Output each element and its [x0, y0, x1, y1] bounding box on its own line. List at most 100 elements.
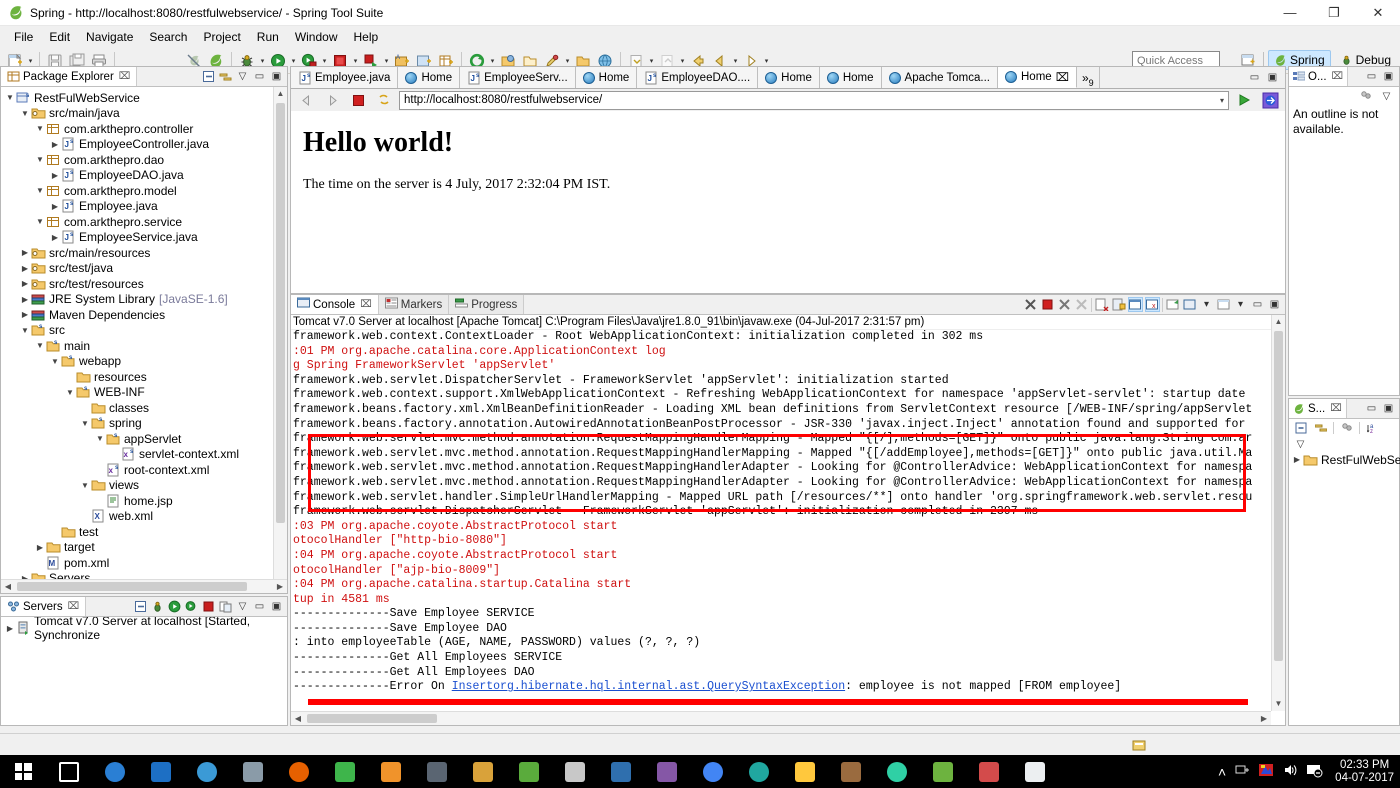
- chevron-down-icon[interactable]: ▼: [35, 341, 45, 350]
- tree-row[interactable]: ▼ com.arkthepro.service: [1, 214, 287, 230]
- chevron-right-icon[interactable]: ▶: [50, 202, 60, 211]
- spring-tree-row[interactable]: ▶ RestFulWebSer: [1289, 452, 1400, 468]
- tree-row[interactable]: ▶ src/test/resources: [1, 276, 287, 292]
- tree-row[interactable]: resources: [1, 369, 287, 385]
- firefox-icon[interactable]: [276, 755, 322, 788]
- tab-servers[interactable]: Servers ⌧: [1, 597, 87, 616]
- tree-row[interactable]: ▶ Maven Dependencies: [1, 307, 287, 323]
- debug-server-icon[interactable]: [150, 599, 165, 614]
- open-console-icon[interactable]: [1165, 297, 1180, 312]
- stop-server-icon[interactable]: [201, 599, 216, 614]
- chevron-down-icon[interactable]: ▼: [35, 186, 45, 195]
- tree-row[interactable]: ▶ JRE System Library [JavaSE-1.6]: [1, 292, 287, 308]
- servers-list[interactable]: ▶ Tomcat v7.0 Server at localhost [Starte…: [1, 614, 287, 642]
- folder-app-icon[interactable]: [460, 755, 506, 788]
- browser-icon[interactable]: [184, 755, 230, 788]
- terminate-all-icon[interactable]: [1023, 297, 1038, 312]
- editor-tab[interactable]: Js EmployeeServ...: [460, 67, 576, 88]
- editor-tab[interactable]: Home: [398, 67, 461, 88]
- tree-row[interactable]: ▶ Js EmployeeService.java: [1, 230, 287, 246]
- status-hint-icon[interactable]: [1129, 735, 1149, 755]
- editor-tab[interactable]: Home ⌧: [998, 67, 1077, 88]
- tree-row[interactable]: x s root-context.xml: [1, 462, 287, 478]
- scroll-down-icon[interactable]: ▼: [1272, 697, 1285, 711]
- scroll-left-icon[interactable]: ◀: [1, 580, 15, 593]
- tree-row[interactable]: test: [1, 524, 287, 540]
- scroll-thumb[interactable]: [276, 103, 285, 523]
- tree-row[interactable]: ▼ com.arkthepro.dao: [1, 152, 287, 168]
- profile-server-icon[interactable]: [184, 599, 199, 614]
- exception-link[interactable]: Insertorg.hibernate.hql.internal.ast.Que…: [452, 680, 845, 693]
- chevron-right-icon[interactable]: ▶: [20, 264, 30, 273]
- tab-outline[interactable]: O... ⌧: [1289, 67, 1349, 86]
- scroll-thumb[interactable]: [1274, 331, 1283, 661]
- tree-row[interactable]: ▶ src/test/java: [1, 261, 287, 277]
- scroll-right-icon[interactable]: ▶: [273, 580, 287, 593]
- spring-explorer-tree[interactable]: ▶ RestFulWebSer: [1289, 452, 1400, 468]
- editor-tab[interactable]: Apache Tomca...: [881, 67, 998, 88]
- view-menu-icon[interactable]: ▽: [1293, 437, 1308, 452]
- view-menu-icon[interactable]: ▽: [1379, 89, 1394, 104]
- maximize-view-icon[interactable]: ▣: [269, 599, 284, 614]
- chevron-right-icon[interactable]: ▶: [1292, 455, 1302, 464]
- start-server-icon[interactable]: [167, 599, 182, 614]
- tree-row[interactable]: ▶ src/main/resources: [1, 245, 287, 261]
- stop-icon[interactable]: [348, 90, 368, 110]
- package-explorer-vscrollbar[interactable]: ▲ ▼: [273, 87, 287, 593]
- open-external-icon[interactable]: [1260, 90, 1280, 110]
- maximize-view-icon[interactable]: ▣: [1265, 70, 1280, 85]
- tab-spring-explorer[interactable]: S... ⌧: [1289, 399, 1347, 418]
- editor-tab[interactable]: Js EmployeeDAO....: [637, 67, 759, 88]
- more-tabs-button[interactable]: » 9: [1077, 67, 1100, 88]
- server-list-item[interactable]: ▶ Tomcat v7.0 Server at localhost [Starte…: [1, 614, 287, 642]
- filter-icon[interactable]: [1339, 421, 1354, 436]
- photos-icon[interactable]: [1012, 755, 1058, 788]
- editor-tab[interactable]: Home: [575, 67, 638, 88]
- media-icon[interactable]: [322, 755, 368, 788]
- editor-tab[interactable]: Js Employee.java: [291, 67, 399, 88]
- scroll-left-icon[interactable]: ◀: [291, 712, 305, 725]
- tree-row[interactable]: Xweb.xml: [1, 509, 287, 525]
- collapse-all-icon[interactable]: [201, 69, 216, 84]
- scroll-thumb-h[interactable]: [17, 582, 247, 591]
- minimize-view-icon[interactable]: ▭: [252, 69, 267, 84]
- network-icon[interactable]: [1234, 762, 1250, 781]
- minimize-view-icon[interactable]: ▭: [1364, 69, 1379, 84]
- mint-icon[interactable]: [874, 755, 920, 788]
- windows-start-icon[interactable]: [0, 755, 46, 788]
- tab-package-explorer[interactable]: Package Explorer ⌧: [1, 67, 138, 86]
- maximize-view-icon[interactable]: ▣: [1381, 69, 1396, 84]
- scroll-lock-icon[interactable]: [1111, 297, 1126, 312]
- notification-icon[interactable]: [1306, 762, 1323, 781]
- purple-app-icon[interactable]: [644, 755, 690, 788]
- package-explorer-tree[interactable]: ▼ s RestFulWebService ▼ src/main/java ▼ com.ar…: [1, 87, 287, 613]
- chevron-down-icon[interactable]: ▼: [35, 217, 45, 226]
- brown-app-icon[interactable]: [828, 755, 874, 788]
- console-tab-markers[interactable]: Markers: [378, 295, 450, 314]
- close-icon[interactable]: ⌧: [1056, 70, 1069, 84]
- chrome-icon[interactable]: [690, 755, 736, 788]
- taskbar-clock[interactable]: 02:33 PM 04-07-2017: [1331, 759, 1394, 785]
- chevron-down-icon[interactable]: ▼: [5, 93, 15, 102]
- chevron-down-icon[interactable]: ▼: [20, 326, 30, 335]
- minimize-view-icon[interactable]: ▭: [252, 599, 267, 614]
- close-button[interactable]: ✕: [1356, 0, 1400, 26]
- edge-icon[interactable]: [92, 755, 138, 788]
- chevron-down-icon[interactable]: ▼: [65, 388, 75, 397]
- menu-item-project[interactable]: Project: [195, 28, 248, 46]
- tree-row[interactable]: ▼ s webapp: [1, 354, 287, 370]
- tray-app-icon[interactable]: [1258, 762, 1274, 781]
- tree-row[interactable]: ▼ s WEB-INF: [1, 385, 287, 401]
- tree-row[interactable]: ▼ s appServlet: [1, 431, 287, 447]
- tree-row[interactable]: ▶ Js Employee.java: [1, 199, 287, 215]
- teal-app-icon[interactable]: [736, 755, 782, 788]
- chevron-down-icon[interactable]: ▼: [20, 109, 30, 118]
- tree-row[interactable]: ▼ s RestFulWebService: [1, 90, 287, 106]
- chevron-down-icon[interactable]: ▼: [35, 155, 45, 164]
- minimize-view-icon[interactable]: ▭: [1364, 401, 1379, 416]
- console-output[interactable]: framework.web.context.ContextLoader - Ro…: [291, 330, 1285, 695]
- menu-item-help[interactable]: Help: [346, 28, 387, 46]
- terminate-icon[interactable]: [1040, 297, 1055, 312]
- chevron-right-icon[interactable]: ▶: [20, 248, 30, 257]
- chevron-down-icon[interactable]: ▼: [35, 124, 45, 133]
